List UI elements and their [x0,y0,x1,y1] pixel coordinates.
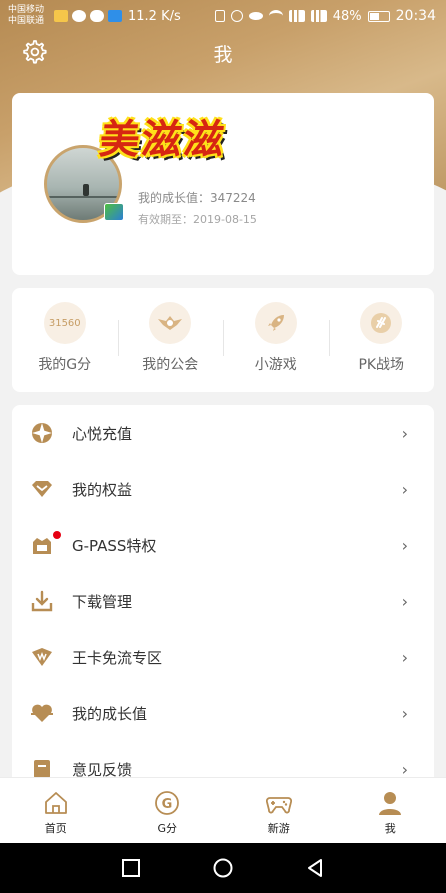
pk-icon [360,302,403,344]
menu-item-rights[interactable]: 我的权益 › [12,461,434,517]
notification-icons [54,10,122,22]
menu-item-growth[interactable]: 我的成长值 › [12,685,434,741]
menu-item-download[interactable]: 下载管理 › [12,573,434,629]
network-speed: 11.2 K/s [128,8,181,24]
alarm-icon [230,10,243,22]
svg-text:G: G [162,797,173,812]
chevron-right-icon: › [401,647,408,667]
menu-item-king-card[interactable]: 王卡免流专区 › [12,629,434,685]
quick-link-minigame[interactable]: 小游戏 [223,288,329,392]
king-card-icon [32,648,52,666]
download-icon [31,590,53,612]
tab-me[interactable]: 我 [335,778,446,843]
chevron-right-icon: › [401,703,408,723]
tab-new-games[interactable]: 新游 [223,778,335,843]
battery-icon [367,10,390,22]
tab-label: 我 [384,822,396,835]
menu-list: 心悦充值 › 我的权益 › G-PASS特权 › 下载管理 › 王卡免流专区 ›… [12,405,434,777]
menu-label: 我的成长值 [72,704,148,723]
quick-link-label: 小游戏 [254,357,297,373]
home-icon [44,792,67,814]
menu-item-gpass[interactable]: G-PASS特权 › [12,517,434,573]
tab-label: G分 [157,822,178,835]
quick-link-label: 我的G分 [38,357,92,373]
tab-g-score[interactable]: G G分 [112,778,224,843]
clock: 20:34 [395,8,436,24]
quick-link-label: PK战场 [358,357,405,373]
rights-icon [32,481,52,497]
tab-label: 首页 [44,822,67,835]
carrier-info: 中国移动 中国联通 [8,5,50,27]
app-58-icon [108,10,122,22]
feedback-icon [34,760,50,777]
menu-label: 我的权益 [72,480,133,499]
growth-value: 我的成长值：347224 [138,191,256,205]
bottom-tab-bar: 首页 G G分 新游 我 [0,777,446,843]
menu-item-recharge[interactable]: 心悦充值 › [12,405,434,461]
menu-label: 意见反馈 [72,760,133,778]
g-score-value: 31560 [48,317,81,329]
tab-home[interactable]: 首页 [0,778,112,843]
expire-date: 有效期至：2019-08-15 [138,213,257,226]
wechat-icon [90,10,104,22]
guild-icon [149,302,192,344]
chevron-right-icon: › [401,535,408,555]
person-icon [379,792,402,815]
menu-label: G-PASS特权 [72,536,157,555]
status-bar: 中国移动 中国联通 11.2 K/s 48% 20:34 [0,0,446,32]
gamepad-icon [265,797,292,814]
wifi-icon [268,10,283,22]
level-badge-icon [104,203,124,221]
menu-label: 下载管理 [72,592,133,611]
menu-label: 心悦充值 [72,424,133,443]
quick-link-pk[interactable]: PK战场 [328,288,435,392]
back-icon[interactable] [304,857,326,879]
quick-link-guild[interactable]: 我的公会 [117,288,224,392]
signal-icon [288,10,305,22]
rocket-icon [254,302,297,344]
gpass-icon [33,538,51,554]
menu-label: 王卡免流专区 [72,648,163,667]
chevron-right-icon: › [401,479,408,499]
profile-card[interactable]: 美滋滋 我的成长值：347224 有效期至：2019-08-15 [12,93,434,275]
chevron-right-icon: › [401,759,408,778]
carrier-1: 中国移动 [8,5,45,15]
person-icon [72,10,86,22]
recents-icon[interactable] [120,857,142,879]
chevron-right-icon: › [401,423,408,443]
chevron-right-icon: › [401,591,408,611]
quick-link-g-score[interactable]: 31560 我的G分 [12,288,118,392]
title-bar: 我 [0,32,446,72]
eye-icon [248,12,263,20]
signal-icon-2 [310,10,327,22]
quick-links: 31560 我的G分 我的公会 小游戏 PK战场 [12,288,434,392]
growth-icon [31,704,53,722]
system-nav-bar [0,843,446,893]
carrier-2: 中国联通 [8,16,45,26]
battery-percent: 48% [332,8,362,24]
recharge-icon [32,423,52,443]
quick-link-label: 我的公会 [142,357,199,373]
mail-icon [54,10,68,22]
g-score-icon: G [155,791,180,815]
tab-label: 新游 [267,822,290,835]
menu-item-feedback[interactable]: 意见反馈 › [12,741,434,777]
page-title: 我 [213,44,233,66]
nickname: 美滋滋 [97,117,228,163]
vibrate-icon [214,10,225,22]
notification-dot [53,531,61,539]
g-score-badge: 31560 [43,302,86,344]
home-button-icon[interactable] [212,857,234,879]
